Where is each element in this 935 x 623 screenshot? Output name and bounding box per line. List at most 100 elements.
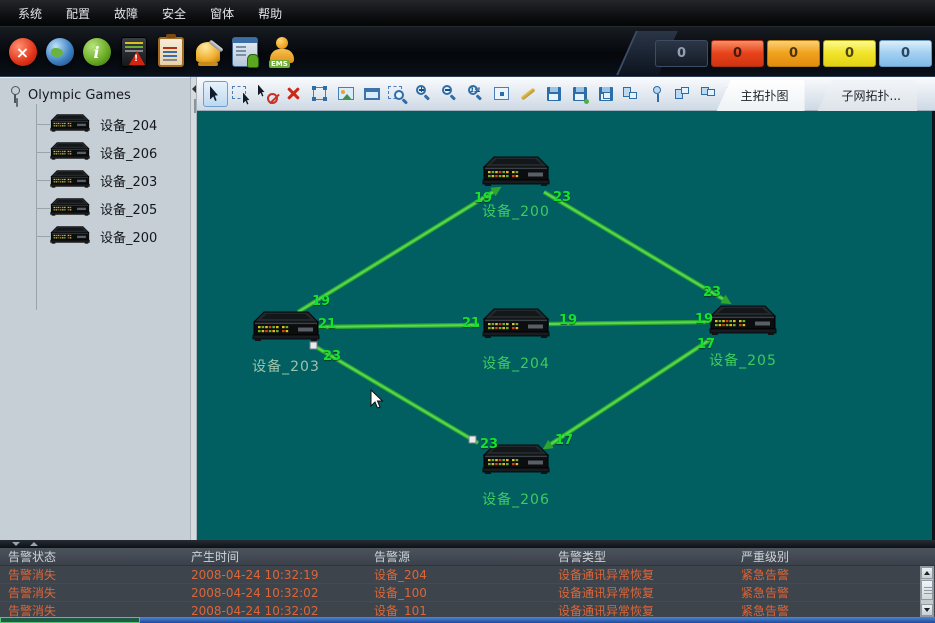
- alarm-table: 告警状态产生时间告警源告警类型严重级别告警消失2008-04-24 10:32:…: [0, 548, 935, 617]
- scroll-up-button[interactable]: [921, 567, 933, 579]
- select-disable-tool[interactable]: [255, 81, 280, 107]
- tree-item-2[interactable]: 设备_203: [36, 168, 186, 192]
- tree-branch-line: [36, 152, 50, 153]
- clipboard-glyph: [158, 37, 184, 67]
- fit-screen-tool[interactable]: [489, 81, 514, 107]
- tree-item-label: 设备_205: [100, 199, 157, 218]
- collapse-left-icon[interactable]: [192, 85, 196, 93]
- alarm-settings-icon[interactable]: [191, 34, 224, 70]
- column-header-3[interactable]: 告警类型: [550, 548, 733, 565]
- menu-item-5[interactable]: 帮助: [246, 1, 294, 26]
- info-alarms-counter[interactable]: 0: [879, 40, 932, 67]
- alarm-table-scrollbar[interactable]: [920, 566, 934, 617]
- critical-alarms-counter[interactable]: 0: [711, 40, 764, 67]
- device-switch-icon: [482, 308, 550, 342]
- link-tool[interactable]: [515, 81, 540, 107]
- device-manager-icon[interactable]: [228, 34, 261, 70]
- tree-item-3[interactable]: 设备_205: [36, 196, 186, 220]
- horizontal-scrollbar-thumb[interactable]: [0, 617, 140, 623]
- column-header-2[interactable]: 告警源: [366, 548, 550, 565]
- alarm-cell: 设备_100: [366, 584, 550, 601]
- total-alarms-counter[interactable]: 0: [655, 40, 708, 67]
- column-header-1[interactable]: 产生时间: [183, 548, 366, 565]
- column-header-0[interactable]: 告警状态: [0, 548, 183, 565]
- tab-main-topology[interactable]: 主拓扑图: [717, 80, 805, 111]
- major-alarms-value: 0: [789, 46, 798, 61]
- alarm-row-1[interactable]: 告警消失2008-04-24 10:32:02设备_100设备通讯异常恢复紧急告…: [0, 584, 935, 602]
- alarm-cell: 设备_204: [366, 566, 550, 583]
- port-label: 19: [312, 294, 330, 309]
- menu-item-3[interactable]: 安全: [150, 1, 198, 26]
- collapse-down-icon[interactable]: [12, 542, 20, 546]
- alarm-cell: 紧急告警: [733, 602, 935, 617]
- align-left-tool[interactable]: [619, 81, 644, 107]
- topology-node-dev205[interactable]: [709, 305, 777, 343]
- vertical-splitter[interactable]: [190, 77, 197, 540]
- alarm-cell: 紧急告警: [733, 584, 935, 601]
- event-list-icon[interactable]: [154, 34, 187, 70]
- save-as-tool[interactable]: [567, 81, 592, 107]
- menu-item-1[interactable]: 配置: [54, 1, 102, 26]
- tree-item-1[interactable]: 设备_206: [36, 140, 186, 164]
- main-toolbar: ×iEMS 00000: [0, 27, 935, 77]
- globe-glyph: [46, 38, 74, 66]
- mouse-cursor-icon: [371, 390, 383, 408]
- column-header-4[interactable]: 严重级别: [733, 548, 935, 565]
- menu-item-4[interactable]: 窗体: [198, 1, 246, 26]
- tree-item-4[interactable]: 设备_200: [36, 224, 186, 248]
- anchor-tool[interactable]: [645, 81, 670, 107]
- collapse-up-icon[interactable]: [30, 542, 38, 546]
- port-label: 23: [553, 190, 571, 205]
- image-tool[interactable]: [333, 81, 358, 107]
- link-handle[interactable]: [469, 436, 476, 443]
- tree-branch-line: [36, 236, 50, 237]
- splitter-grip: [194, 99, 196, 113]
- marquee-select-tool[interactable]: [229, 81, 254, 107]
- tree-item-label: 设备_206: [100, 143, 157, 162]
- ems-badge: EMS: [269, 60, 290, 68]
- exit-icon[interactable]: ×: [6, 34, 39, 70]
- zoom-out-tool[interactable]: [437, 81, 462, 107]
- menu-item-2[interactable]: 故障: [102, 1, 150, 26]
- tree-root-node[interactable]: Olympic Games: [10, 86, 131, 104]
- export-layout-tool[interactable]: [593, 81, 618, 107]
- link-dev205-dev206: [551, 339, 711, 444]
- device-icon: [50, 114, 90, 134]
- minor-alarms-value: 0: [845, 46, 854, 61]
- scroll-down-button[interactable]: [921, 604, 933, 616]
- tab-subnet-topology[interactable]: 子网拓扑...: [818, 80, 917, 111]
- ems-user-icon[interactable]: EMS: [265, 34, 298, 70]
- minor-alarms-counter[interactable]: 0: [823, 40, 876, 67]
- horizontal-scrollbar[interactable]: [0, 617, 935, 623]
- tree-item-0[interactable]: 设备_204: [36, 112, 186, 136]
- delete-tool[interactable]: [281, 81, 306, 107]
- info-icon[interactable]: i: [80, 34, 113, 70]
- bell-wrench-glyph: [196, 42, 220, 62]
- topology-view-icon[interactable]: [43, 34, 76, 70]
- select-tool[interactable]: [203, 81, 228, 107]
- topology-node-dev203[interactable]: [252, 311, 320, 349]
- transform-tool[interactable]: [307, 81, 332, 107]
- panel-tool[interactable]: [359, 81, 384, 107]
- alarm-row-0[interactable]: 告警消失2008-04-24 10:32:19设备_204设备通讯异常恢复紧急告…: [0, 566, 935, 584]
- zoom-in-tool[interactable]: [411, 81, 436, 107]
- tree-root-icon: [10, 86, 20, 104]
- horizontal-splitter[interactable]: [0, 540, 935, 548]
- major-alarms-counter[interactable]: 0: [767, 40, 820, 67]
- topology-canvas[interactable]: 设备_200设备_203设备_204设备_205设备_2061919232321…: [197, 111, 932, 540]
- port-label: 23: [480, 437, 498, 452]
- menu-item-0[interactable]: 系统: [6, 1, 54, 26]
- alarm-panel-icon[interactable]: [117, 34, 150, 70]
- align-bottom-tool[interactable]: [671, 81, 696, 107]
- scrollbar-thumb[interactable]: [921, 580, 933, 600]
- topology-tabs: 主拓扑图 子网拓扑...: [717, 80, 917, 111]
- save-tool[interactable]: [541, 81, 566, 107]
- tree-branch-line: [36, 180, 50, 181]
- info-glyph: i: [83, 38, 111, 66]
- zoom-area-tool[interactable]: [385, 81, 410, 107]
- main-toolbar-icons: × i EMS: [6, 34, 298, 70]
- topology-node-dev200[interactable]: [482, 156, 550, 194]
- alarm-row-2[interactable]: 告警消失2008-04-24 10:32:02设备_101设备通讯异常恢复紧急告…: [0, 602, 935, 617]
- zoom-ratio-tool[interactable]: 1:1: [463, 81, 488, 107]
- topology-node-dev204[interactable]: [482, 308, 550, 346]
